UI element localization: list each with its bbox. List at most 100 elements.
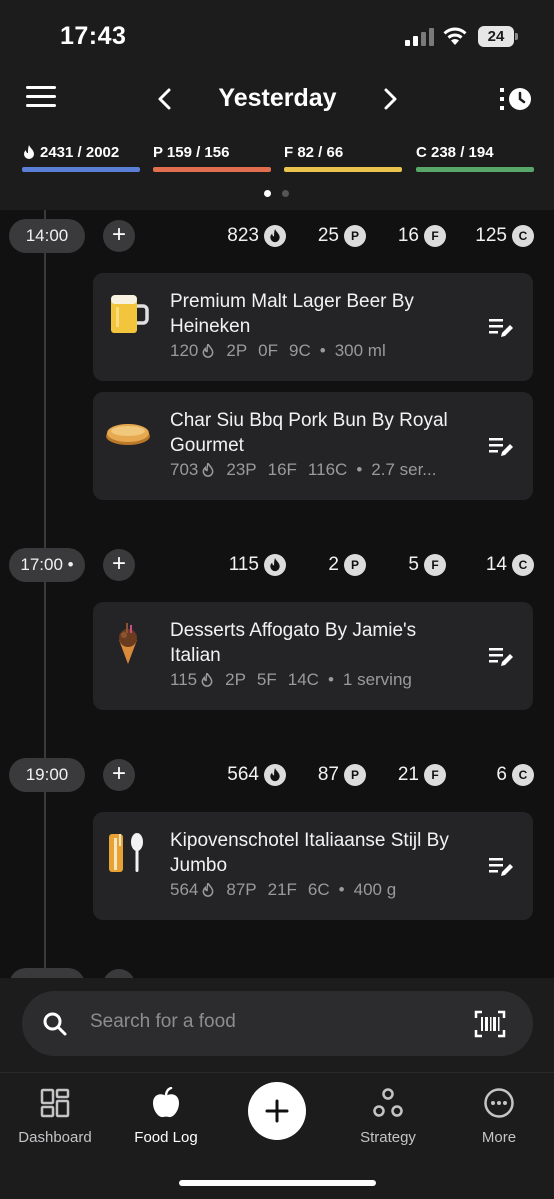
group-carbs: 6C: [450, 762, 534, 788]
carbs-badge: C: [512, 764, 534, 786]
food-name: Kipovenschotel Italiaanse Stijl By Jumbo: [170, 830, 449, 876]
nav-dashboard[interactable]: Dashboard: [0, 1087, 110, 1146]
protein-badge: P: [344, 764, 366, 786]
fat-badge: F: [424, 554, 446, 576]
meal-time[interactable]: 17:00 •: [9, 548, 85, 582]
group-protein: 25 P: [290, 223, 366, 249]
nav-food-log[interactable]: Food Log: [111, 1087, 221, 1146]
fat-label: F 82 / 66: [284, 144, 344, 161]
wifi-icon: [443, 27, 467, 45]
menu-icon[interactable]: [26, 86, 56, 110]
search-area: Search for a food: [0, 978, 554, 1072]
search-icon: [43, 1012, 67, 1036]
meal-group-header: 17:00 • + 115 2P 5F 14 C: [0, 548, 554, 582]
more-icon: [484, 1088, 514, 1118]
cutlery-icon: [109, 833, 143, 872]
add-food-button[interactable]: [103, 969, 135, 978]
apple-icon: [153, 1087, 179, 1118]
history-clock-icon[interactable]: [498, 84, 534, 116]
food-entry-card[interactable]: Premium Malt Lager Beer By Heineken 120 …: [93, 273, 533, 381]
fat-progress: F 82 / 66: [284, 144, 402, 172]
add-food-button[interactable]: +: [103, 220, 135, 252]
edit-note-icon[interactable]: [489, 436, 515, 458]
food-log-timeline[interactable]: 14:00 + 823 25 P 16 F 125 C Premium Malt La…: [0, 210, 554, 978]
battery-icon: 24: [478, 26, 518, 47]
group-protein: 87 P: [290, 762, 366, 788]
plus-icon: [265, 1099, 289, 1123]
bun-icon: [106, 424, 150, 445]
edit-note-icon[interactable]: [489, 646, 515, 668]
group-kcal: 115: [200, 552, 286, 578]
group-protein: 2P: [290, 552, 366, 578]
group-fat: 21 F: [370, 762, 446, 788]
carbs-badge: C: [512, 225, 534, 247]
search-bar[interactable]: Search for a food: [22, 991, 533, 1056]
food-entry-card[interactable]: Desserts Affogato By Jamie's Italian 115…: [93, 602, 533, 710]
flame-icon: [264, 225, 286, 247]
meal-group-header: [0, 968, 554, 978]
add-food-button[interactable]: +: [103, 759, 135, 791]
fat-badge: F: [424, 225, 446, 247]
food-nutrition: 703 23P 16F 116C • 2.7 ser...: [170, 460, 437, 479]
food-nutrition: 564 87P 21F 6C • 400 g: [170, 880, 397, 899]
barcode-scan-icon[interactable]: [474, 1010, 506, 1038]
beer-icon: [111, 295, 149, 333]
nav-label: Strategy: [360, 1129, 416, 1146]
meal-time[interactable]: 14:00: [9, 219, 85, 253]
edit-note-icon[interactable]: [489, 317, 515, 339]
nav-label: Dashboard: [18, 1129, 92, 1146]
protein-label: P 159 / 156: [153, 144, 230, 161]
nav-strategy[interactable]: Strategy: [333, 1087, 443, 1146]
chevron-right-icon[interactable]: [375, 82, 405, 116]
group-carbs: 14 C: [450, 552, 534, 578]
carbs-badge: C: [512, 554, 534, 576]
flame-icon: [24, 145, 34, 159]
meal-time[interactable]: 19:00: [9, 758, 85, 792]
group-kcal: 823: [200, 223, 286, 249]
food-entry-card[interactable]: Kipovenschotel Italiaanse Stijl By Jumbo…: [93, 812, 533, 920]
food-name: Desserts Affogato By Jamie's Italian: [170, 620, 417, 666]
page-title: Yesterday: [218, 84, 337, 112]
food-name: Char Siu Bbq Pork Bun By Royal Gourmet: [170, 410, 448, 456]
flame-icon: [202, 883, 214, 897]
nav-more[interactable]: More: [444, 1087, 554, 1146]
food-nutrition: 115 2P 5F 14C • 1 serving: [170, 670, 412, 689]
edit-note-icon[interactable]: [489, 856, 515, 878]
carbs-label: C 238 / 194: [416, 144, 494, 161]
protein-progress: P 159 / 156: [153, 144, 271, 172]
strategy-icon: [373, 1088, 403, 1117]
meal-group-header: 19:00 + 564 87 P 21 F 6C: [0, 758, 554, 792]
food-nutrition: 120 2P 0F 9C • 300 ml: [170, 341, 386, 360]
food-name: Premium Malt Lager Beer By Heineken: [170, 291, 414, 337]
meal-group-header: 14:00 + 823 25 P 16 F 125 C: [0, 219, 554, 253]
dashboard-icon: [40, 1088, 70, 1118]
status-time: 17:43: [60, 22, 127, 50]
nav-label: Food Log: [134, 1129, 198, 1146]
timeline-line: [44, 210, 46, 978]
macro-summary[interactable]: 2431 / 2002 P 159 / 156 F 82 / 66 C 238 …: [22, 144, 534, 174]
calories-label: 2431 / 2002: [40, 144, 120, 161]
status-bar: 17:43 24: [0, 0, 554, 70]
fat-badge: F: [424, 764, 446, 786]
header: Yesterday 2431 / 2002 P 159 / 156 F 82 /…: [0, 70, 554, 210]
flame-icon: [202, 463, 214, 477]
chevron-left-icon[interactable]: [150, 82, 180, 116]
page-indicator: [264, 190, 294, 198]
meal-time[interactable]: [9, 968, 85, 978]
food-entry-card[interactable]: Char Siu Bbq Pork Bun By Royal Gourmet 7…: [93, 392, 533, 500]
protein-badge: P: [344, 554, 366, 576]
battery-level: 24: [478, 26, 514, 47]
flame-icon: [201, 673, 213, 687]
bottom-nav: Dashboard Food Log Strategy More: [0, 1072, 554, 1199]
protein-badge: P: [344, 225, 366, 247]
flame-icon: [202, 344, 214, 358]
add-food-button[interactable]: +: [103, 549, 135, 581]
cellular-signal-icon: [405, 28, 434, 46]
group-carbs: 125 C: [450, 223, 534, 249]
add-entry-button[interactable]: [248, 1082, 306, 1140]
flame-icon: [264, 554, 286, 576]
search-input[interactable]: Search for a food: [90, 1011, 236, 1033]
ice-cream-icon: [119, 623, 137, 664]
group-fat: 16 F: [370, 223, 446, 249]
carbs-progress: C 238 / 194: [416, 144, 534, 172]
